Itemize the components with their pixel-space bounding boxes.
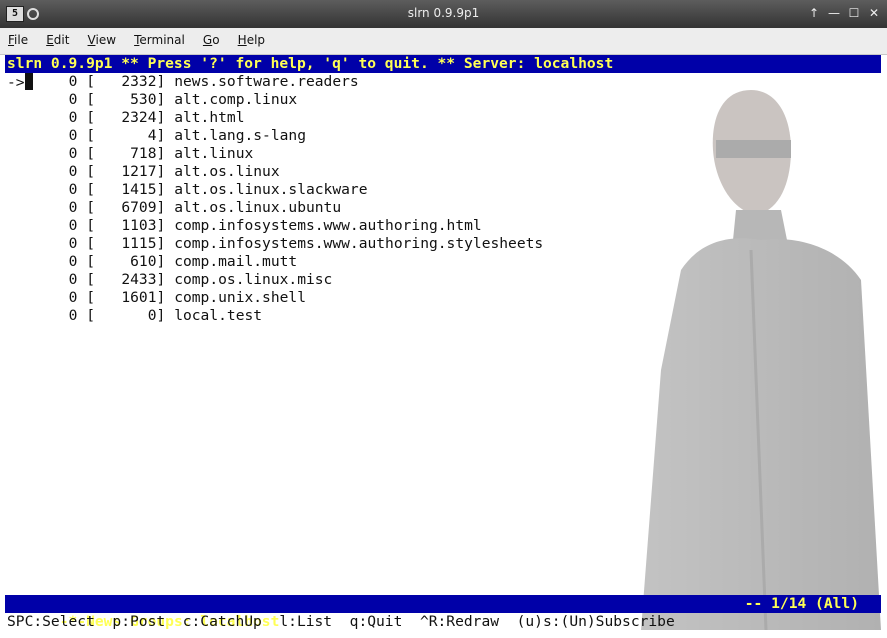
menu-file[interactable]: File bbox=[3, 28, 33, 52]
newsgroup-name[interactable]: comp.os.linux.misc bbox=[174, 271, 332, 289]
unread-count: 0 bbox=[68, 271, 78, 288]
unread-count: 0 bbox=[68, 289, 78, 306]
unread-count: 0 bbox=[68, 91, 78, 108]
newsgroup-name[interactable]: comp.mail.mutt bbox=[174, 253, 297, 271]
article-total: [ 530] bbox=[86, 91, 166, 108]
article-total: [ 1103] bbox=[86, 217, 166, 234]
unread-count: 0 bbox=[68, 199, 78, 216]
article-total: [ 1601] bbox=[86, 289, 166, 306]
menu-terminal[interactable]: Terminal bbox=[129, 28, 190, 52]
unread-count: 0 bbox=[68, 163, 78, 180]
newsgroup-name[interactable]: alt.linux bbox=[174, 145, 253, 163]
newsgroup-name[interactable]: comp.unix.shell bbox=[174, 289, 306, 307]
unread-count: 0 bbox=[68, 181, 78, 198]
terminal-window: 5 slrn 0.9.9p1 ↑ — ☐ ✕ File Edit View Te… bbox=[0, 0, 887, 638]
unread-count: 0 bbox=[68, 235, 78, 252]
menu-help[interactable]: Help bbox=[233, 28, 270, 52]
status-bar: -*-News Groups: localhost -- 1/14 (All) bbox=[5, 595, 881, 630]
terminal-area[interactable]: slrn 0.9.9p1 ** Press '?' for help, 'q' … bbox=[5, 55, 881, 635]
text-cursor bbox=[24, 73, 33, 90]
article-total: [ 1115] bbox=[86, 235, 166, 252]
maximize-icon[interactable]: ☐ bbox=[847, 5, 861, 21]
newsgroup-name[interactable]: comp.infosystems.www.authoring.styleshee… bbox=[174, 235, 543, 253]
close-icon[interactable]: ✕ bbox=[867, 5, 881, 21]
newsgroup-name[interactable]: alt.lang.s-lang bbox=[174, 127, 306, 145]
unread-count: 0 bbox=[68, 73, 78, 90]
unread-count: 0 bbox=[68, 217, 78, 234]
window-title: slrn 0.9.9p1 bbox=[407, 6, 480, 20]
key-help-line: SPC:Select p:Post c:CatchUp l:List q:Qui… bbox=[7, 613, 675, 630]
newsgroup-name[interactable]: alt.os.linux bbox=[174, 163, 279, 181]
menu-edit[interactable]: Edit bbox=[41, 28, 74, 52]
menu-bar: File Edit View Terminal Go Help bbox=[0, 28, 887, 55]
article-total: [ 2332] bbox=[86, 73, 166, 90]
title-bar[interactable]: 5 slrn 0.9.9p1 ↑ — ☐ ✕ bbox=[0, 0, 887, 28]
selection-pointer: -> bbox=[7, 74, 25, 91]
newsgroup-name[interactable]: alt.os.linux.slackware bbox=[174, 181, 367, 199]
menu-view[interactable]: View bbox=[83, 28, 121, 52]
article-total: [ 4] bbox=[86, 127, 166, 144]
slrn-header-bar: slrn 0.9.9p1 ** Press '?' for help, 'q' … bbox=[5, 55, 881, 73]
newsgroup-row[interactable]: -> 0 [ 2332] news.software.readers bbox=[7, 73, 359, 91]
article-total: [ 1415] bbox=[86, 181, 166, 198]
article-total: [ 610] bbox=[86, 253, 166, 270]
newsgroup-name[interactable]: alt.comp.linux bbox=[174, 91, 297, 109]
article-total: [ 6709] bbox=[86, 199, 166, 216]
newsgroup-name[interactable]: alt.html bbox=[174, 109, 244, 127]
unread-count: 0 bbox=[68, 145, 78, 162]
article-total: [ 0] bbox=[86, 307, 166, 324]
unread-count: 0 bbox=[68, 253, 78, 270]
newsgroup-name[interactable]: comp.infosystems.www.authoring.html bbox=[174, 217, 482, 235]
unread-count: 0 bbox=[68, 109, 78, 126]
article-total: [ 2433] bbox=[86, 271, 166, 288]
article-total: [ 2324] bbox=[86, 109, 166, 126]
background-figure-image bbox=[641, 90, 881, 630]
unread-count: 0 bbox=[68, 307, 78, 324]
newsgroup-name[interactable]: alt.os.linux.ubuntu bbox=[174, 199, 341, 217]
article-total: [ 1217] bbox=[86, 163, 166, 180]
newsgroup-name[interactable]: local.test bbox=[174, 307, 262, 325]
raise-window-icon[interactable]: ↑ bbox=[807, 5, 821, 21]
article-total: [ 718] bbox=[86, 145, 166, 162]
menu-go[interactable]: Go bbox=[198, 28, 225, 52]
minimize-icon[interactable]: — bbox=[827, 5, 841, 21]
unread-count: 0 bbox=[68, 127, 78, 144]
status-position: -- 1/14 (All) bbox=[744, 595, 859, 612]
newsgroup-name[interactable]: news.software.readers bbox=[174, 73, 359, 91]
